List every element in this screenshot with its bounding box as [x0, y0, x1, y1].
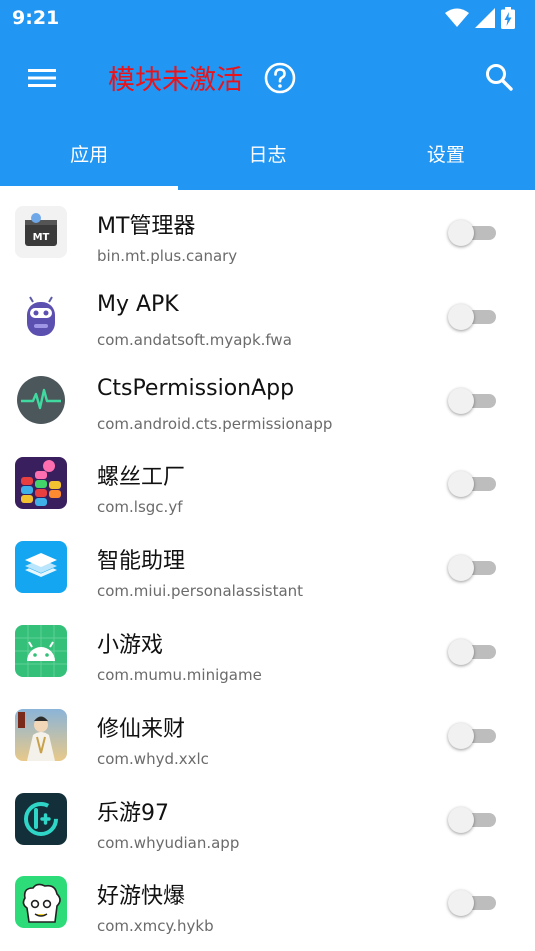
status-icons — [445, 6, 515, 30]
app-name: 好游快爆 — [97, 884, 186, 910]
list-item[interactable]: 小游戏 com.mumu.minigame — [0, 609, 535, 693]
module-toggle[interactable] — [448, 303, 498, 330]
list-item[interactable]: CtsPermissionApp com.android.cts.permiss… — [0, 358, 535, 442]
app-name: 螺丝工厂 — [97, 465, 186, 491]
list-item[interactable]: 好游快爆 com.xmcy.hykb — [0, 860, 535, 944]
tab-bar: 应用 日志 设置 — [0, 126, 535, 190]
android-app-icon — [15, 624, 67, 677]
battery-charging-icon — [501, 7, 515, 29]
app-package: bin.mt.plus.canary — [97, 247, 238, 265]
list-item[interactable]: MT MT管理器 bin.mt.plus.canary — [0, 190, 535, 274]
app-package: com.whyd.xxlc — [97, 749, 209, 768]
app-package: com.android.cts.permissionapp — [97, 414, 333, 433]
app-list: MT MT管理器 bin.mt.plus.canary My APK com.a… — [0, 190, 535, 944]
app-package: com.mumu.minigame — [97, 665, 262, 684]
cultivation-game-app-icon — [15, 708, 67, 761]
app-package: com.xmcy.hykb — [97, 917, 214, 936]
tab-apps[interactable]: 应用 — [0, 126, 179, 190]
app-name: CtsPermissionApp — [97, 375, 295, 401]
page-title: 模块未激活 — [108, 65, 243, 96]
list-item[interactable]: My APK com.andatsoft.myapk.fwa — [0, 274, 535, 358]
tab-settings[interactable]: 设置 — [357, 126, 535, 190]
list-item[interactable]: 修仙来财 com.whyd.xxlc — [0, 693, 535, 777]
svg-text:MT: MT — [33, 232, 50, 243]
list-item[interactable]: 智能助理 com.miui.personalassistant — [0, 525, 535, 609]
leyou-app-icon — [15, 792, 67, 845]
app-name: 修仙来财 — [97, 716, 186, 742]
wifi-icon — [445, 8, 469, 27]
android-robot-app-icon — [15, 289, 67, 342]
list-item[interactable]: 螺丝工厂 com.lsgc.yf — [0, 441, 535, 525]
layers-app-icon — [15, 541, 67, 594]
status-bar: 9:21 — [0, 0, 535, 36]
module-toggle[interactable] — [448, 638, 498, 665]
app-name: My APK — [97, 291, 179, 317]
module-toggle[interactable] — [448, 722, 498, 749]
app-package: com.whyudian.app — [97, 833, 240, 852]
help-circle-icon[interactable] — [263, 61, 297, 95]
app-name: 智能助理 — [97, 549, 186, 575]
heartbeat-app-icon — [15, 373, 67, 426]
app-name: 乐游97 — [97, 800, 169, 826]
app-package: com.miui.personalassistant — [97, 582, 304, 601]
app-package: com.lsgc.yf — [97, 498, 183, 517]
search-icon[interactable] — [483, 61, 515, 93]
app-bar: 9:21 模块未激活 应用 日志 设置 — [0, 0, 535, 190]
signal-icon — [475, 8, 495, 28]
hamburger-menu-icon[interactable] — [22, 62, 62, 94]
hykb-app-icon — [15, 876, 67, 929]
module-toggle[interactable] — [448, 806, 498, 833]
status-time: 9:21 — [12, 7, 60, 29]
tab-logs[interactable]: 日志 — [178, 126, 356, 190]
module-toggle[interactable] — [448, 890, 498, 917]
app-name: 小游戏 — [97, 632, 164, 658]
screw-factory-app-icon — [15, 457, 67, 510]
module-toggle[interactable] — [448, 220, 498, 246]
toolbar: 模块未激活 — [0, 40, 535, 116]
module-toggle[interactable] — [448, 471, 498, 498]
app-name: MT管理器 — [97, 214, 196, 239]
list-item[interactable]: 乐游97 com.whyudian.app — [0, 777, 535, 861]
module-toggle[interactable] — [448, 555, 498, 582]
app-package: com.andatsoft.myapk.fwa — [97, 330, 292, 349]
mt-manager-app-icon: MT — [15, 206, 67, 258]
module-toggle[interactable] — [448, 387, 498, 414]
